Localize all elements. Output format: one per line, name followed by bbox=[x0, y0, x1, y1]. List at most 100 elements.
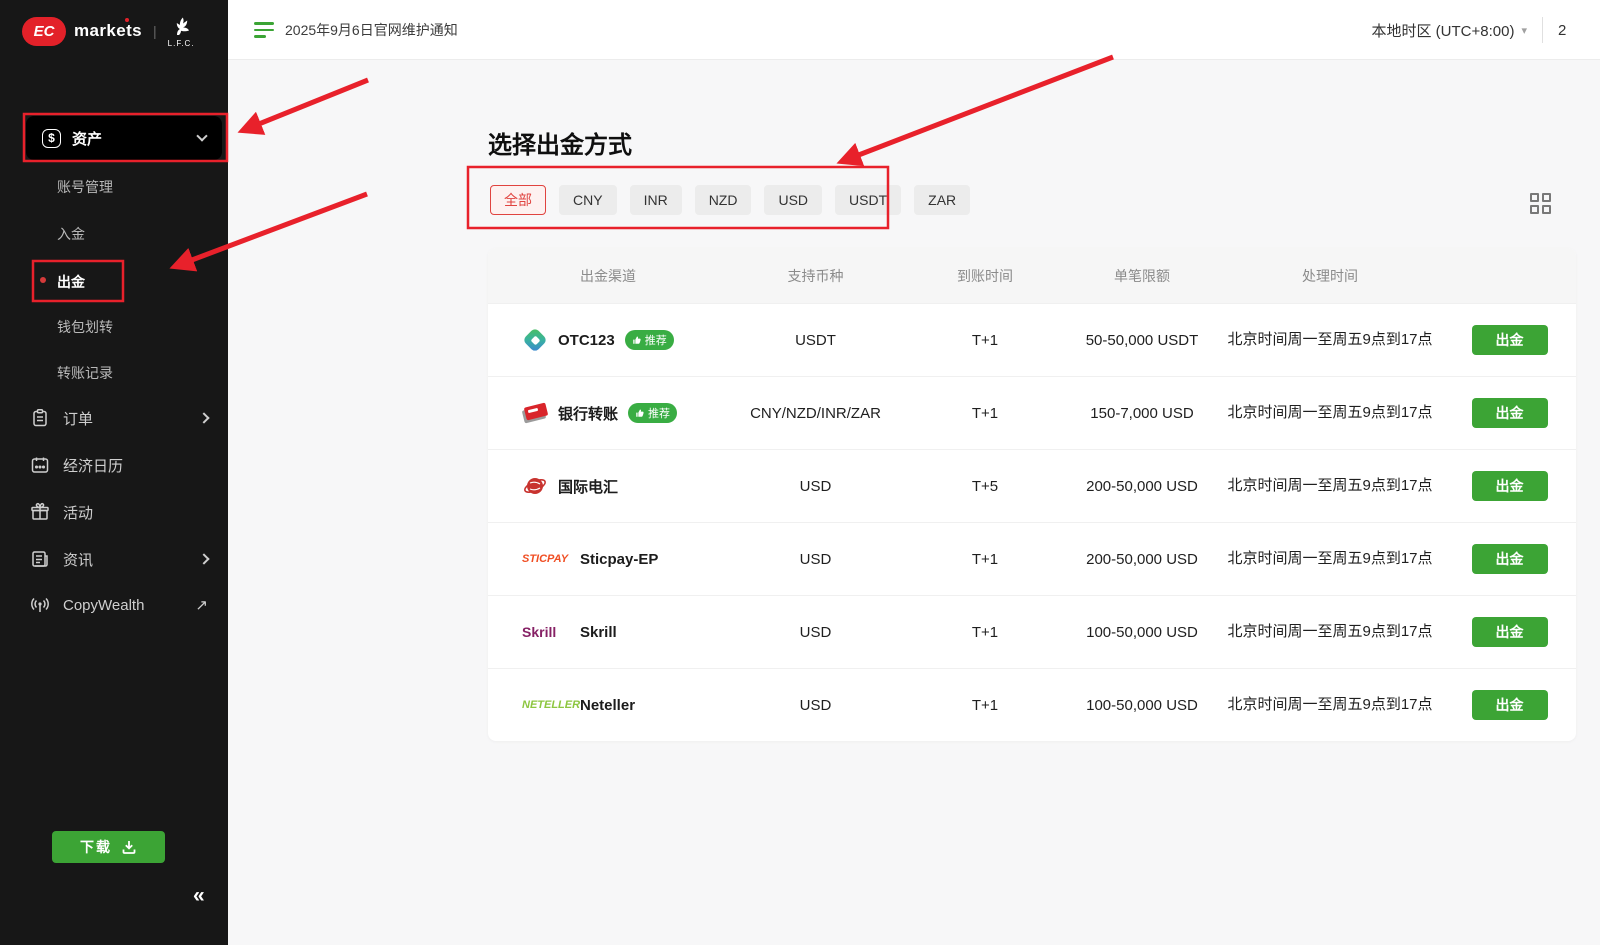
brand-name-text: markets bbox=[74, 21, 142, 40]
sidebar-item-wallet-transfer[interactable]: 钱包划转 bbox=[57, 317, 113, 337]
recommended-badge: 推荐 bbox=[625, 330, 674, 350]
calendar-icon bbox=[30, 455, 50, 475]
timezone-selector[interactable]: 本地时区 (UTC+8:00) bbox=[1372, 20, 1515, 41]
sidebar-item-activity[interactable]: 活动 bbox=[30, 499, 208, 525]
col-header-limit: 单笔限额 bbox=[1067, 266, 1217, 286]
arrival-time: T+1 bbox=[903, 624, 1067, 641]
processing-time: 北京时间周一至周五9点到17点 bbox=[1217, 328, 1443, 351]
withdraw-button[interactable]: 出金 bbox=[1472, 544, 1548, 574]
brand-logo: EC markets | L.F.C. bbox=[22, 14, 195, 48]
lfc-logo: L.F.C. bbox=[168, 14, 195, 48]
withdraw-methods-table: 出金渠道 支持币种 到账时间 单笔限额 处理时间 OTC123 推荐 USDT … bbox=[488, 248, 1576, 741]
sidebar-item-transfer-records[interactable]: 转账记录 bbox=[57, 363, 113, 383]
processing-time: 北京时间周一至周五9点到17点 bbox=[1217, 693, 1443, 716]
channel-name: Neteller bbox=[580, 697, 635, 714]
sidebar-item-withdraw-label: 出金 bbox=[57, 274, 85, 290]
sidebar-item-orders[interactable]: 订单 bbox=[30, 405, 208, 431]
sidebar-item-assets[interactable]: $ 资产 bbox=[26, 116, 222, 160]
supported-currency: USD bbox=[728, 551, 903, 568]
arrival-time: T+1 bbox=[903, 405, 1067, 422]
channel-name: OTC123 bbox=[558, 332, 615, 349]
clipboard-icon bbox=[30, 408, 50, 428]
sidebar-item-account-management[interactable]: 账号管理 bbox=[57, 177, 113, 197]
transaction-limit: 200-50,000 USD bbox=[1067, 551, 1217, 568]
filter-chip-usd[interactable]: USD bbox=[764, 185, 822, 215]
sidebar-collapse-button[interactable]: « bbox=[193, 884, 205, 908]
liverbird-icon bbox=[169, 14, 193, 38]
withdraw-button[interactable]: 出金 bbox=[1472, 471, 1548, 501]
channel-name: Sticpay-EP bbox=[580, 551, 658, 568]
topbar: 2025年9月6日官网维护通知 本地时区 (UTC+8:00) ▾ 2 bbox=[228, 0, 1600, 60]
caret-down-icon: ▾ bbox=[1521, 24, 1527, 37]
topbar-right: 本地时区 (UTC+8:00) ▾ 2 bbox=[1372, 0, 1600, 60]
active-dot-icon bbox=[40, 277, 46, 283]
sidebar-item-news-label: 资讯 bbox=[63, 549, 93, 570]
recommended-badge-label: 推荐 bbox=[645, 332, 667, 348]
processing-time: 北京时间周一至周五9点到17点 bbox=[1217, 547, 1443, 570]
filter-chip-cny[interactable]: CNY bbox=[559, 185, 617, 215]
arrival-time: T+1 bbox=[903, 332, 1067, 349]
logo-divider: | bbox=[153, 23, 157, 39]
lfc-label: L.F.C. bbox=[168, 39, 195, 48]
col-header-channel: 出金渠道 bbox=[488, 266, 728, 286]
maintenance-notice[interactable]: 2025年9月6日官网维护通知 bbox=[254, 0, 458, 60]
table-row-otc123: OTC123 推荐 USDT T+1 50-50,000 USDT 北京时间周一… bbox=[488, 303, 1576, 376]
processing-time: 北京时间周一至周五9点到17点 bbox=[1217, 474, 1443, 497]
sidebar-item-copywealth[interactable]: CopyWealth ↗ bbox=[30, 592, 208, 618]
dollar-icon: $ bbox=[42, 129, 61, 148]
channel-name: Skrill bbox=[580, 624, 617, 641]
sidebar: EC markets | L.F.C. $ 资产 账号管理 入金 出金 钱包划转… bbox=[0, 0, 228, 945]
filter-chip-usdt[interactable]: USDT bbox=[835, 185, 901, 215]
download-icon bbox=[121, 839, 137, 855]
withdraw-button[interactable]: 出金 bbox=[1472, 617, 1548, 647]
filter-chip-all[interactable]: 全部 bbox=[490, 185, 546, 215]
table-row-neteller: NETELLER Neteller USD T+1 100-50,000 USD… bbox=[488, 668, 1576, 741]
table-row-sticpay: STICPAY Sticpay-EP USD T+1 200-50,000 US… bbox=[488, 522, 1576, 595]
transaction-limit: 50-50,000 USDT bbox=[1067, 332, 1217, 349]
news-icon bbox=[30, 549, 50, 569]
supported-currency: USD bbox=[728, 478, 903, 495]
sidebar-item-copywealth-label: CopyWealth bbox=[63, 597, 144, 614]
transaction-limit: 100-50,000 USD bbox=[1067, 697, 1217, 714]
sidebar-item-orders-label: 订单 bbox=[63, 408, 93, 429]
processing-time: 北京时间周一至周五9点到17点 bbox=[1217, 401, 1443, 424]
recommended-badge-label: 推荐 bbox=[648, 405, 670, 421]
withdraw-button[interactable]: 出金 bbox=[1472, 398, 1548, 428]
supported-currency: CNY/NZD/INR/ZAR bbox=[728, 405, 903, 422]
page-title: 选择出金方式 bbox=[488, 125, 632, 160]
external-link-icon: ↗ bbox=[195, 596, 208, 614]
supported-currency: USDT bbox=[728, 332, 903, 349]
withdraw-button[interactable]: 出金 bbox=[1472, 325, 1548, 355]
chevron-right-icon bbox=[198, 412, 209, 423]
processing-time: 北京时间周一至周五9点到17点 bbox=[1217, 620, 1443, 643]
currency-filter-group: 全部 CNY INR NZD USD USDT ZAR bbox=[490, 185, 970, 215]
arrival-time: T+5 bbox=[903, 478, 1067, 495]
announcement-lines-icon bbox=[254, 22, 274, 38]
thumbs-up-icon bbox=[635, 408, 645, 418]
download-button-label: 下载 bbox=[80, 837, 112, 857]
arrival-time: T+1 bbox=[903, 697, 1067, 714]
neteller-logo: NETELLER bbox=[522, 699, 570, 711]
supported-currency: USD bbox=[728, 697, 903, 714]
clock-time: 2 bbox=[1558, 22, 1600, 39]
withdraw-button[interactable]: 出金 bbox=[1472, 690, 1548, 720]
ec-logo-icon: EC bbox=[22, 17, 66, 46]
gift-icon bbox=[30, 502, 50, 522]
sidebar-item-economic-calendar[interactable]: 经济日历 bbox=[30, 452, 208, 478]
transaction-limit: 150-7,000 USD bbox=[1067, 405, 1217, 422]
supported-currency: USD bbox=[728, 624, 903, 641]
sidebar-item-deposit[interactable]: 入金 bbox=[57, 224, 85, 244]
sidebar-item-activity-label: 活动 bbox=[63, 502, 93, 523]
sidebar-item-news[interactable]: 资讯 bbox=[30, 546, 208, 572]
sidebar-item-withdraw[interactable]: 出金 bbox=[57, 272, 85, 292]
transaction-limit: 200-50,000 USD bbox=[1067, 478, 1217, 495]
table-row-international-wire: 国际电汇 USD T+5 200-50,000 USD 北京时间周一至周五9点到… bbox=[488, 449, 1576, 522]
filter-chip-nzd[interactable]: NZD bbox=[695, 185, 752, 215]
recommended-badge: 推荐 bbox=[628, 403, 677, 423]
brand-dot-icon bbox=[125, 18, 129, 22]
grid-view-toggle[interactable] bbox=[1530, 193, 1551, 214]
filter-chip-zar[interactable]: ZAR bbox=[914, 185, 970, 215]
download-button[interactable]: 下载 bbox=[52, 831, 165, 863]
filter-chip-inr[interactable]: INR bbox=[630, 185, 682, 215]
table-header-row: 出金渠道 支持币种 到账时间 单笔限额 处理时间 bbox=[488, 248, 1576, 303]
